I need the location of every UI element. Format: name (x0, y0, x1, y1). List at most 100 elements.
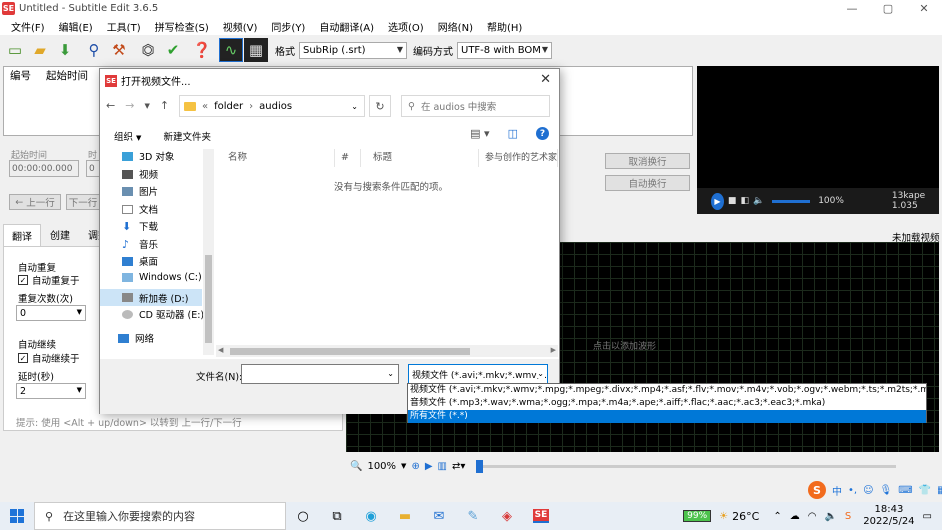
prev-line-button[interactable]: ← 上一行 (9, 194, 61, 210)
tree-item-drive-e[interactable]: CD 驱动器 (E:) (122, 307, 204, 321)
chevron-down-icon[interactable]: ⌄ (387, 369, 394, 378)
weather-temp[interactable]: 26°C (732, 510, 759, 523)
menu-tools[interactable]: 工具(T) (100, 19, 148, 34)
new-folder-button[interactable]: 新建文件夹 (163, 129, 211, 143)
volume-icon[interactable]: 🔈 (753, 196, 764, 206)
refresh-icon[interactable]: ↻ (369, 95, 391, 117)
tree-scrollbar[interactable] (203, 149, 214, 355)
tree-item-documents[interactable]: 文档 (122, 202, 158, 216)
wifi-icon[interactable]: ◠ (808, 511, 817, 522)
options-icon[interactable]: ⇄▾ (452, 461, 465, 472)
view-options-icon[interactable]: ▤ ▾ (470, 127, 489, 140)
repeat-count-select[interactable]: 0 ▼ (16, 305, 86, 321)
tree-item-music[interactable]: ♪ 音乐 (122, 237, 158, 252)
tree-item-pictures[interactable]: 图片 (122, 184, 158, 198)
menu-help[interactable]: 帮助(H) (480, 19, 529, 34)
microphone-icon[interactable]: 🎙 (880, 485, 893, 496)
column-number[interactable]: 编号 (10, 68, 46, 83)
waveform-toggle-icon[interactable]: ∿ (219, 38, 243, 62)
scroll-left-icon[interactable]: ◀ (218, 346, 223, 354)
menu-options[interactable]: 选项(O) (381, 19, 431, 34)
menu-file[interactable]: 文件(F) (4, 19, 52, 34)
subtitle-edit-taskbar-icon[interactable]: SE (524, 502, 558, 530)
file-explorer-icon[interactable]: ▬ (388, 502, 422, 530)
column-title[interactable]: 标题 (361, 149, 479, 167)
breadcrumb-audios[interactable]: audios (259, 101, 292, 112)
pen-app-icon[interactable]: ✎ (456, 502, 490, 530)
visual-sync-icon[interactable]: ⏣ (136, 38, 160, 62)
edge-icon[interactable]: ◉ (354, 502, 388, 530)
filetype-option-all[interactable]: 所有文件 (*.*) (408, 410, 926, 423)
weather-icon[interactable]: ☀ (719, 511, 728, 522)
close-icon[interactable]: ✕ (906, 0, 942, 17)
taskbar-search[interactable]: ⚲ 在这里输入你要搜索的内容 (34, 502, 286, 530)
tree-item-desktop[interactable]: 桌面 (122, 254, 158, 268)
tree-item-videos[interactable]: 视频 (122, 167, 158, 181)
tree-item-drive-d[interactable]: 新加卷 (D:) (100, 289, 202, 306)
start-button[interactable] (0, 502, 34, 530)
format-select[interactable]: SubRip (.srt) ▼ (299, 41, 407, 59)
replace-icon[interactable]: ⚒ (107, 38, 131, 62)
tree-item-network[interactable]: 网络 (118, 331, 154, 345)
menu-edit[interactable]: 编辑(E) (52, 19, 100, 34)
breadcrumb-folder[interactable]: folder (214, 101, 243, 112)
tab-create[interactable]: 创建 (41, 223, 79, 246)
tab-translate[interactable]: 翻译 (3, 224, 41, 246)
auto-repeat-checkbox[interactable]: ✓ 自动重复于 (18, 273, 80, 287)
menu-spellcheck[interactable]: 拼写检查(S) (148, 19, 216, 34)
clock[interactable]: 18:43 2022/5/24 (863, 504, 914, 528)
menu-autotranslate[interactable]: 自动翻译(A) (312, 19, 381, 34)
scroll-thumb[interactable] (230, 348, 470, 355)
up-icon[interactable]: ↑ (160, 99, 169, 113)
sogou-ime-icon[interactable]: S (808, 481, 826, 499)
help-icon[interactable]: ? (536, 127, 549, 140)
play-icon[interactable]: ▶ (711, 192, 724, 210)
toolbox-icon[interactable]: ▦ (937, 485, 942, 496)
ime-language[interactable]: 中 (832, 483, 842, 498)
chevron-down-icon[interactable]: ▼ (144, 99, 149, 113)
delay-select[interactable]: 2 ▼ (16, 383, 86, 399)
encoding-select[interactable]: UTF-8 with BOM ▼ (457, 41, 552, 59)
emoji-icon[interactable]: ☺ (863, 485, 873, 496)
volume-icon[interactable]: 🔈 (824, 511, 836, 522)
chevron-down-icon[interactable]: ⌄ (351, 102, 358, 111)
tree-item-drive-c[interactable]: Windows (C:) (122, 272, 202, 283)
cortana-icon[interactable]: ○ (286, 502, 320, 530)
next-line-button[interactable]: 下一行 (66, 194, 100, 210)
notification-icon[interactable]: ▭ (923, 511, 932, 522)
waveform-position-slider[interactable] (476, 459, 897, 473)
keyboard-icon[interactable]: ⌨ (898, 485, 912, 496)
sogou-tray-icon[interactable]: S (845, 511, 851, 522)
download-icon[interactable]: ⬇ (53, 38, 77, 62)
tree-item-downloads[interactable]: ⬇ 下载 (122, 219, 158, 234)
unbreak-button[interactable]: 取消换行 (605, 153, 690, 169)
zoom-icon[interactable]: 🔍 (350, 461, 362, 472)
stop-icon[interactable]: ■ (728, 196, 737, 206)
menu-video[interactable]: 视频(V) (216, 19, 265, 34)
maximize-icon[interactable]: ▢ (870, 0, 906, 17)
find-icon[interactable]: ⚲ (82, 38, 106, 62)
column-artist[interactable]: 参与创作的艺术家 (479, 149, 558, 167)
back-icon[interactable]: ← (106, 99, 115, 113)
vivaldi-icon[interactable]: ◈ (490, 502, 524, 530)
scroll-thumb[interactable] (205, 255, 212, 343)
volume-slider[interactable] (772, 199, 811, 203)
close-icon[interactable]: ✕ (540, 72, 551, 87)
filetype-option-audio[interactable]: 音频文件 (*.mp3;*.wav;*.wma;*.ogg;*.mpa;*.m4… (408, 397, 926, 410)
address-bar[interactable]: « folder › audios ⌄ (179, 95, 365, 117)
column-number[interactable]: # (335, 149, 361, 167)
spellcheck-icon[interactable]: ✔ (161, 38, 185, 62)
punctuation-icon[interactable]: •, (848, 485, 857, 496)
scroll-right-icon[interactable]: ▶ (551, 346, 556, 354)
auto-break-button[interactable]: 自动换行 (605, 175, 690, 191)
filetype-select[interactable]: 视频文件 (*.avi;*.mkv;*.wmv;*. ⌄ (408, 364, 548, 384)
forward-icon[interactable]: → (125, 99, 134, 113)
skin-icon[interactable]: 👕 (919, 485, 931, 496)
menu-network[interactable]: 网络(N) (431, 19, 480, 34)
chevron-down-icon[interactable]: ▼ (401, 462, 406, 470)
chevron-up-icon[interactable]: ⌃ (773, 511, 781, 522)
column-start-time[interactable]: 起始时间 (46, 68, 88, 83)
play-icon[interactable]: ▶ (425, 461, 433, 472)
start-time-input[interactable]: 00:00:00.000 (9, 160, 79, 177)
onedrive-icon[interactable]: ☁ (790, 511, 800, 522)
